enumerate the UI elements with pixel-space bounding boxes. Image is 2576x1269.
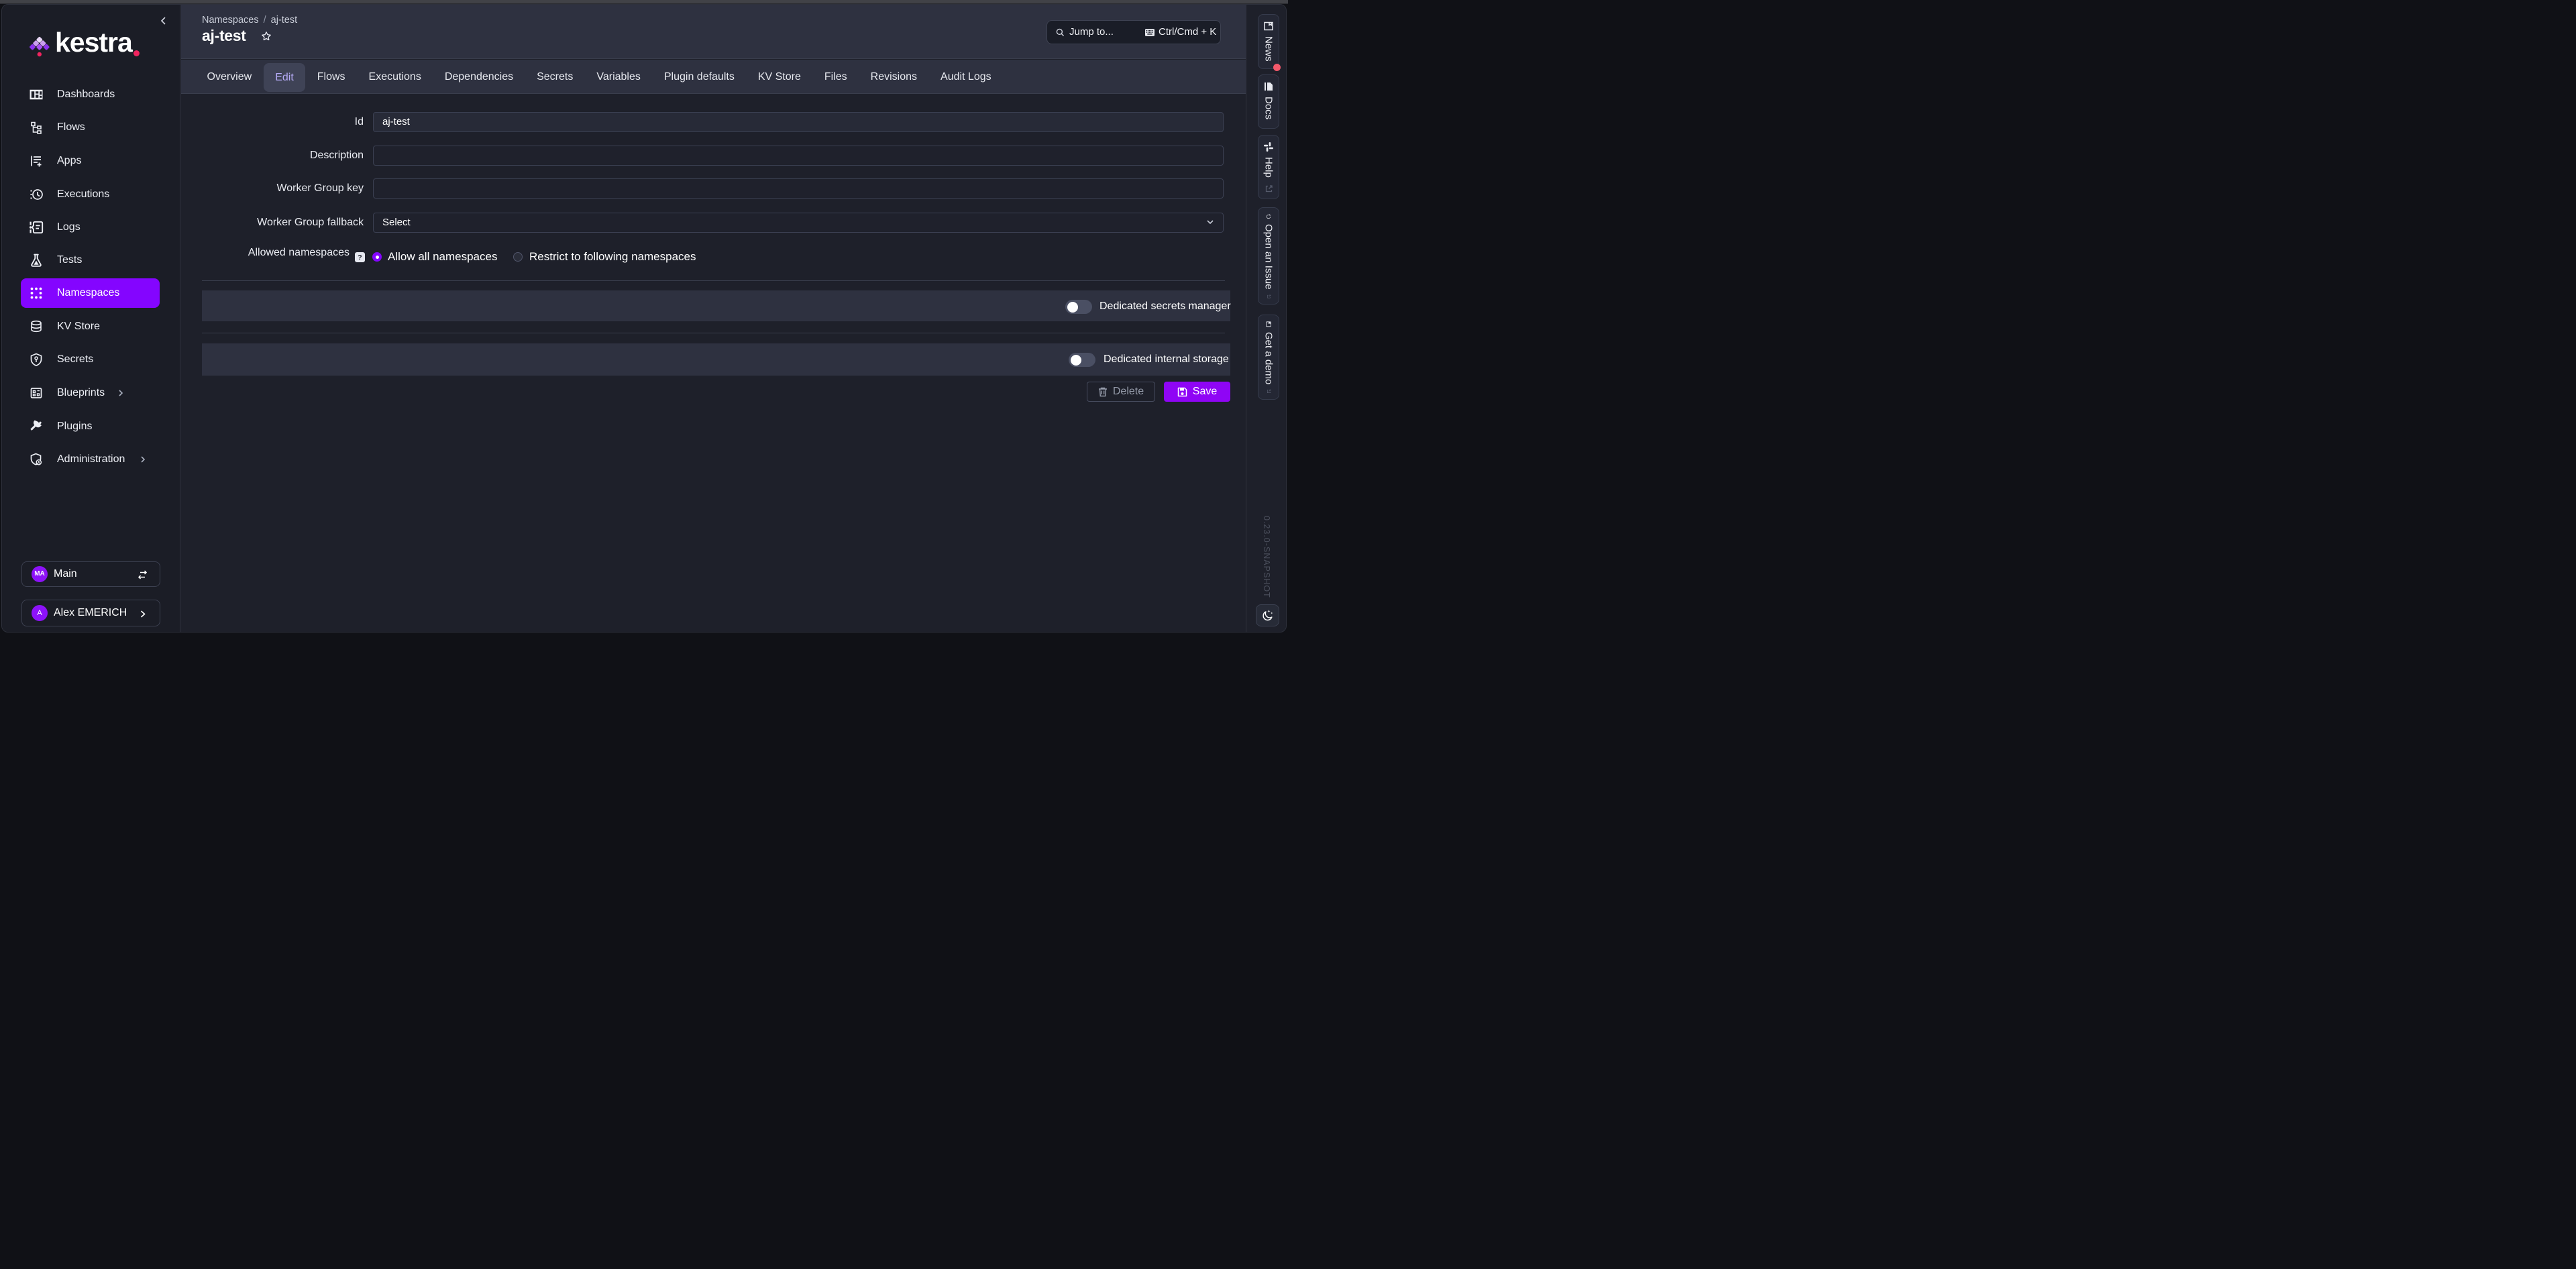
svg-text:?: ? [358, 254, 362, 262]
